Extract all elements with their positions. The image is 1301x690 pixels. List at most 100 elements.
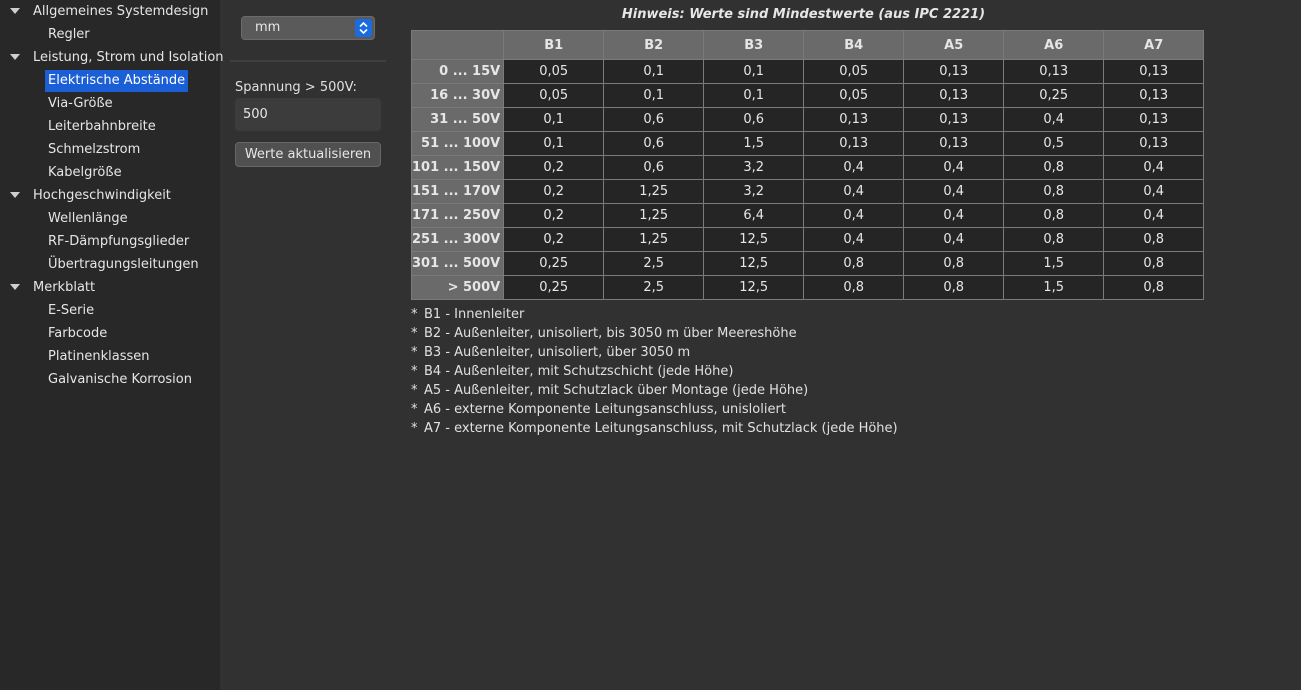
sidebar-item-label: E-Serie — [48, 303, 95, 318]
table-cell: 0,8 — [1003, 227, 1105, 252]
table-cell: 0,13 — [903, 59, 1005, 84]
table-corner — [410, 30, 505, 60]
column-header: B3 — [703, 30, 805, 60]
table-cell: 0,6 — [603, 155, 705, 180]
update-values-button[interactable]: Werte aktualisieren — [235, 142, 381, 167]
table-cell: 1,25 — [603, 179, 705, 204]
legend-bullet: * — [411, 364, 418, 379]
unit-select[interactable]: mm — [241, 16, 375, 40]
sidebar-item-transmission-lines[interactable]: Übertragungsleitungen — [0, 253, 220, 276]
legend-item: * B2 - Außenleiter, unisoliert, bis 3050 … — [411, 324, 898, 343]
table-cell: 1,25 — [603, 203, 705, 228]
chevron-down-icon[interactable] — [10, 8, 20, 14]
table-cell: 1,5 — [1003, 251, 1105, 276]
table-cell: 0,8 — [1103, 251, 1205, 276]
row-header: 16 ... 30V — [410, 83, 505, 108]
table-cell: 0,05 — [803, 59, 905, 84]
legend-bullet: * — [411, 345, 418, 360]
tree-parent-label: Merkblatt — [33, 280, 96, 295]
table-cell: 0,1 — [503, 107, 605, 132]
sidebar-item-via-size[interactable]: Via-Größe — [0, 92, 220, 115]
tree-group-highspeed: Hochgeschwindigkeit Wellenlänge RF-Dämpf… — [0, 184, 220, 276]
table-cell: 0,8 — [903, 275, 1005, 300]
chevron-down-icon[interactable] — [10, 192, 20, 198]
legend-item: * B4 - Außenleiter, mit Schutzschicht (je… — [411, 362, 898, 381]
table-row: > 500V 0,25 2,5 12,5 0,8 0,8 1,5 0,8 — [410, 275, 1205, 300]
table-cell: 0,1 — [703, 83, 805, 108]
tree-parent-label: Allgemeines Systemdesign — [33, 4, 209, 19]
main-content: Hinweis: Werte sind Mindestwerte (aus IP… — [395, 0, 1301, 690]
sidebar-item-e-series[interactable]: E-Serie — [0, 299, 220, 322]
sidebar-item-label: Leiterbahnbreite — [48, 119, 156, 134]
table-row: 101 ... 150V 0,2 0,6 3,2 0,4 0,4 0,8 0,4 — [410, 155, 1205, 180]
table-cell: 0,13 — [1003, 59, 1105, 84]
sidebar-tree: Allgemeines Systemdesign Regler Leistung… — [0, 0, 224, 690]
table-cell: 0,6 — [603, 131, 705, 156]
voltage-label: Spannung > 500V: — [235, 80, 357, 95]
sidebar-item-rf-attenuators[interactable]: RF-Dämpfungsglieder — [0, 230, 220, 253]
sidebar-item-electrical-clearance[interactable]: Elektrische Abstände — [0, 69, 220, 92]
table-cell: 0,13 — [1103, 131, 1205, 156]
sidebar-item-regler[interactable]: Regler — [0, 23, 220, 46]
row-header: 0 ... 15V — [410, 59, 505, 84]
sidebar-item-track-width[interactable]: Leiterbahnbreite — [0, 115, 220, 138]
sidebar-item-wavelength[interactable]: Wellenlänge — [0, 207, 220, 230]
legend-text: B4 - Außenleiter, mit Schutzschicht (jed… — [424, 364, 734, 379]
legend-bullet: * — [411, 307, 418, 322]
tree-parent-general[interactable]: Allgemeines Systemdesign — [0, 0, 220, 23]
chevron-down-icon[interactable] — [10, 54, 20, 60]
sidebar-item-fusing-current[interactable]: Schmelzstrom — [0, 138, 220, 161]
table-cell: 0,13 — [903, 83, 1005, 108]
select-arrows-icon[interactable] — [355, 19, 372, 37]
table-cell: 0,4 — [1103, 203, 1205, 228]
tree-parent-highspeed[interactable]: Hochgeschwindigkeit — [0, 184, 220, 207]
table-cell: 12,5 — [703, 251, 805, 276]
table-header-row: B1 B2 B3 B4 A5 A6 A7 — [410, 30, 1205, 60]
controls-panel: mm Spannung > 500V: Werte aktualisieren — [220, 0, 395, 690]
sidebar-item-label: Elektrische Abstände — [45, 70, 189, 92]
table-row: 16 ... 30V 0,05 0,1 0,1 0,05 0,13 0,25 0,13 — [410, 83, 1205, 108]
row-header: 101 ... 150V — [410, 155, 505, 180]
table-cell: 0,4 — [803, 179, 905, 204]
table-cell: 0,1 — [603, 83, 705, 108]
sidebar-item-color-code[interactable]: Farbcode — [0, 322, 220, 345]
chevron-down-icon[interactable] — [10, 284, 20, 290]
table-row: 251 ... 300V 0,2 1,25 12,5 0,4 0,4 0,8 0,8 — [410, 227, 1205, 252]
table-cell: 0,1 — [703, 59, 805, 84]
unit-select-value: mm — [255, 20, 281, 35]
legend-bullet: * — [411, 383, 418, 398]
table-cell: 0,8 — [803, 251, 905, 276]
table-row: 171 ... 250V 0,2 1,25 6,4 0,4 0,4 0,8 0,4 — [410, 203, 1205, 228]
table-cell: 0,13 — [1103, 107, 1205, 132]
legend-bullet: * — [411, 421, 418, 436]
legend-text: B2 - Außenleiter, unisoliert, bis 3050 m… — [424, 326, 797, 341]
sidebar-item-cable-size[interactable]: Kabelgröße — [0, 161, 220, 184]
sidebar-item-label: Platinenklassen — [48, 349, 150, 364]
table-cell: 0,13 — [803, 107, 905, 132]
legend-text: B1 - Innenleiter — [424, 307, 525, 322]
table-body: 0 ... 15V 0,05 0,1 0,1 0,05 0,13 0,13 0,13 16 ..… — [410, 59, 1205, 300]
table-cell: 0,4 — [903, 179, 1005, 204]
table-cell: 2,5 — [603, 275, 705, 300]
table-cell: 3,2 — [703, 155, 805, 180]
table-cell: 0,13 — [803, 131, 905, 156]
table-cell: 0,4 — [903, 227, 1005, 252]
tree-parent-cheatsheet[interactable]: Merkblatt — [0, 276, 220, 299]
tree-parent-power[interactable]: Leistung, Strom und Isolation — [0, 46, 224, 69]
row-header: 251 ... 300V — [410, 227, 505, 252]
sidebar-item-label: Via-Größe — [48, 96, 113, 111]
sidebar-item-label: Kabelgröße — [48, 165, 122, 180]
sidebar-item-galvanic-corrosion[interactable]: Galvanische Korrosion — [0, 368, 220, 391]
legend-item: * A5 - Außenleiter, mit Schutzlack über M… — [411, 381, 898, 400]
table-cell: 0,8 — [1003, 155, 1105, 180]
table-cell: 0,8 — [1103, 227, 1205, 252]
table-cell: 0,5 — [1003, 131, 1105, 156]
sidebar-item-board-classes[interactable]: Platinenklassen — [0, 345, 220, 368]
row-header: 301 ... 500V — [410, 251, 505, 276]
table-cell: 0,13 — [903, 107, 1005, 132]
table-cell: 0,4 — [803, 227, 905, 252]
table-cell: 0,8 — [903, 251, 1005, 276]
table-cell: 12,5 — [703, 275, 805, 300]
voltage-input[interactable] — [235, 98, 381, 131]
sidebar-item-label: Farbcode — [48, 326, 108, 341]
